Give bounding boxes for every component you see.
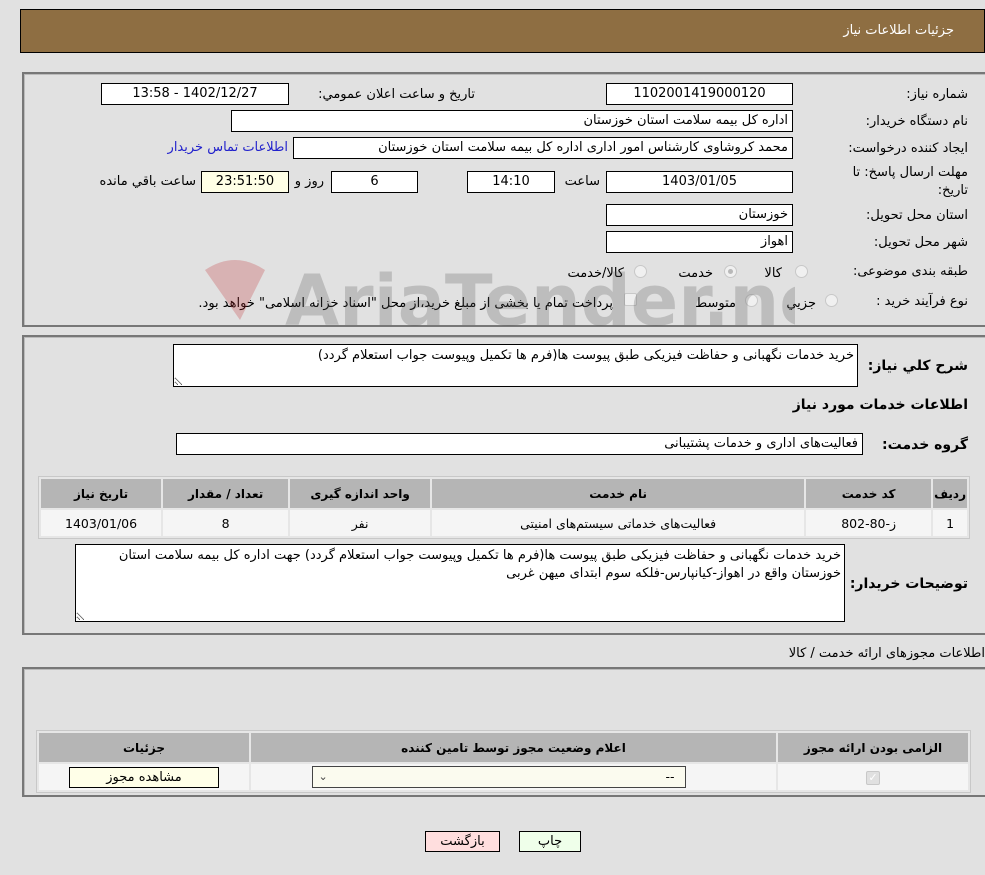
remaining-label: ساعت باقي مانده [99, 174, 196, 189]
buyer-contact-link[interactable]: اطلاعات تماس خريدار [168, 140, 288, 155]
cell-permit-details: مشاهده مجوز [39, 764, 249, 790]
col-quantity: تعداد / مقدار [163, 479, 289, 508]
deadline-date-field: 1403/01/05 [606, 171, 793, 193]
cell-unit: نفر [290, 510, 431, 536]
need-number-field: 1102001419000120 [606, 83, 793, 105]
treasury-note: پرداخت تمام يا بخشی از مبلغ خريد،از محل … [198, 296, 613, 311]
permit-status-select[interactable]: -- ⌄ [311, 766, 686, 788]
permits-title: اطلاعات مجوزهای ارائه خدمت / کالا [788, 646, 985, 661]
announce-field: 1402/12/27 - 13:58 [101, 83, 289, 105]
cell-service-name: فعالیت‌های خدماتی سیستم‌های امنیتی [432, 510, 805, 536]
services-heading: اطلاعات خدمات مورد نياز [792, 397, 968, 413]
process-label: نوع فرآيند خريد : [876, 294, 968, 309]
back-button[interactable]: بازگشت [425, 831, 500, 852]
category-label: طبقه بندی موضوعی: [852, 264, 968, 279]
cell-row-number: 1 [933, 510, 967, 536]
cell-service-code: ز-80-802 [806, 510, 932, 536]
col-row-number: رديف [933, 479, 967, 508]
days-remaining-field: 6 [331, 171, 418, 193]
col-service-code: کد خدمت [806, 479, 932, 508]
buyer-org-field: اداره کل بیمه سلامت استان خوزستان [231, 110, 793, 132]
process-option-medium: متوسط [695, 296, 736, 311]
city-label: شهر محل تحويل: [873, 235, 968, 250]
cell-need-date: 1403/01/06 [41, 510, 162, 536]
description-label: شرح کلي نياز: [867, 358, 968, 374]
need-number-label: شماره نیاز: [906, 87, 968, 102]
buyer-org-label: نام دستگاه خريدار: [865, 114, 968, 129]
province-field: خوزستان [606, 204, 793, 226]
print-button[interactable]: چاپ [519, 831, 581, 852]
permits-table: الزامی بودن ارائه مجوز اعلام وضعيت مجوز … [36, 730, 971, 793]
deadline-time-label: ساعت [564, 174, 600, 189]
days-label: روز و [294, 174, 324, 189]
col-need-date: تاريخ نياز [41, 479, 162, 508]
cell-quantity: 8 [163, 510, 289, 536]
buyer-notes-textarea[interactable]: خرید خدمات نگهبانی و حفاظت فیزیکی طبق پی… [75, 544, 845, 622]
table-row: ✓ -- ⌄ مشاهده مجوز [39, 764, 968, 790]
col-permit-required: الزامی بودن ارائه مجوز [778, 733, 968, 762]
category-option-goods: کالا [764, 266, 782, 281]
services-table-header: رديف کد خدمت نام خدمت واحد اندازه گيری ت… [41, 479, 967, 508]
creator-label: ايجاد کننده درخواست: [848, 141, 968, 156]
col-unit: واحد اندازه گيری [290, 479, 431, 508]
treasury-checkbox[interactable] [624, 293, 637, 306]
permits-table-header: الزامی بودن ارائه مجوز اعلام وضعيت مجوز … [39, 733, 968, 762]
col-service-name: نام خدمت [432, 479, 805, 508]
cell-permit-status: -- ⌄ [251, 764, 776, 790]
col-permit-details: جزئيات [39, 733, 249, 762]
page-title: جزئیات اطلاعات نیاز [843, 23, 954, 38]
service-group-label: گروه خدمت: [882, 437, 968, 453]
category-option-goods-service: کالا/خدمت [567, 266, 624, 281]
buyer-notes-label: توضيحات خريدار: [849, 576, 968, 592]
deadline-time-field: 14:10 [467, 171, 555, 193]
process-option-minor: جزيي [786, 296, 816, 311]
province-label: استان محل تحويل: [866, 208, 968, 223]
process-radio-minor[interactable] [825, 294, 838, 307]
creator-field: محمد کروشاوی کارشناس امور اداری اداره کل… [293, 137, 793, 159]
chevron-down-icon: ⌄ [318, 770, 328, 783]
category-option-service: خدمت [678, 266, 713, 281]
service-group-field: فعالیت‌های اداری و خدمات پشتیبانی [176, 433, 863, 455]
permit-status-value: -- [665, 769, 675, 784]
category-radio-goods[interactable] [795, 265, 808, 278]
category-radio-service[interactable] [724, 265, 737, 278]
col-permit-status: اعلام وضعيت مجوز توسط تامين کننده [251, 733, 776, 762]
page-header: جزئیات اطلاعات نیاز [20, 9, 985, 53]
description-textarea[interactable]: خرید خدمات نگهبانی و حفاظت فیزیکی طبق پی… [173, 344, 858, 387]
remaining-time-field: 23:51:50 [201, 171, 289, 193]
view-permit-button[interactable]: مشاهده مجوز [69, 766, 219, 788]
deadline-label: مهلت ارسال پاسخ: تا تاريخ: [852, 165, 968, 198]
cell-permit-required: ✓ [778, 764, 968, 790]
category-radio-goods-service[interactable] [634, 265, 647, 278]
city-field: اهواز [606, 231, 793, 253]
process-radio-medium[interactable] [745, 294, 758, 307]
permit-required-checkbox[interactable]: ✓ [866, 771, 880, 785]
announce-label: تاريخ و ساعت اعلان عمومي: [318, 87, 475, 102]
table-row: 1 ز-80-802 فعالیت‌های خدماتی سیستم‌های ا… [41, 510, 967, 536]
services-table: رديف کد خدمت نام خدمت واحد اندازه گيری ت… [38, 476, 970, 539]
